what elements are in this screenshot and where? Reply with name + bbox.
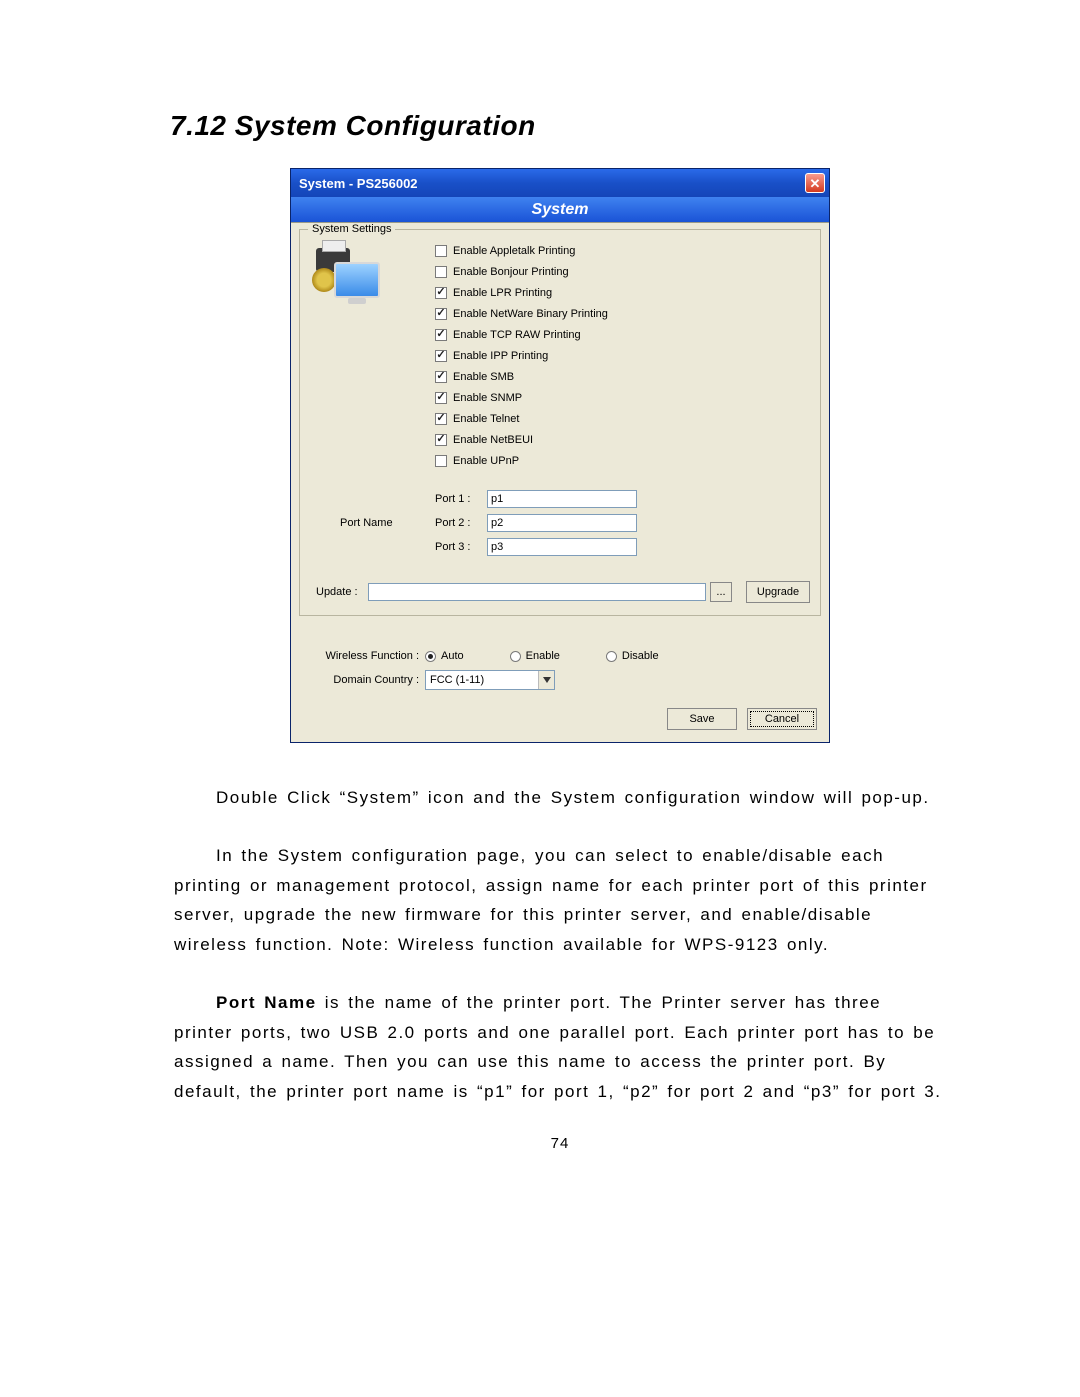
checkbox-lpr[interactable] — [435, 287, 447, 299]
port-name-term: Port Name — [216, 993, 317, 1012]
close-icon[interactable]: ✕ — [805, 173, 825, 193]
checkbox-telnet[interactable] — [435, 413, 447, 425]
domain-country-label: Domain Country : — [299, 674, 425, 686]
save-button[interactable]: Save — [667, 708, 737, 730]
radio-enable[interactable] — [510, 651, 521, 662]
update-label: Update : — [310, 586, 368, 598]
checkbox-snmp[interactable] — [435, 392, 447, 404]
chevron-down-icon — [538, 671, 554, 689]
port2-input[interactable]: p2 — [487, 514, 637, 532]
checkbox-label: Enable UPnP — [453, 455, 519, 467]
window-title: System - PS256002 — [299, 176, 418, 191]
radio-label: Auto — [441, 650, 464, 662]
radio-label: Enable — [526, 650, 560, 662]
radio-label: Disable — [622, 650, 659, 662]
checkbox-label: Enable NetWare Binary Printing — [453, 308, 608, 320]
port-name-label: Port Name — [310, 517, 435, 529]
checkbox-netware[interactable] — [435, 308, 447, 320]
port3-label: Port 3 : — [435, 541, 487, 553]
protocol-checkbox-list: Enable Appletalk Printing Enable Bonjour… — [435, 240, 810, 471]
domain-country-dropdown[interactable]: FCC (1-11) — [425, 670, 555, 690]
paragraph: Port Name is the name of the printer por… — [174, 988, 946, 1107]
fieldset-legend: System Settings — [308, 223, 395, 235]
wireless-function-label: Wireless Function : — [299, 650, 425, 662]
checkbox-netbeui[interactable] — [435, 434, 447, 446]
radio-disable[interactable] — [606, 651, 617, 662]
checkbox-upnp[interactable] — [435, 455, 447, 467]
checkbox-label: Enable SNMP — [453, 392, 522, 404]
checkbox-label: Enable IPP Printing — [453, 350, 548, 362]
paragraph: Double Click “System” icon and the Syste… — [174, 783, 946, 813]
checkbox-label: Enable NetBEUI — [453, 434, 533, 446]
checkbox-bonjour[interactable] — [435, 266, 447, 278]
panel-banner: System — [291, 197, 829, 223]
checkbox-label: Enable Telnet — [453, 413, 519, 425]
checkbox-label: Enable SMB — [453, 371, 514, 383]
device-icon — [314, 244, 384, 304]
paragraph: In the System configuration page, you ca… — [174, 841, 946, 960]
checkbox-label: Enable TCP RAW Printing — [453, 329, 581, 341]
checkbox-label: Enable Appletalk Printing — [453, 245, 575, 257]
titlebar: System - PS256002 ✕ — [291, 169, 829, 197]
checkbox-tcpraw[interactable] — [435, 329, 447, 341]
port2-label: Port 2 : — [435, 517, 487, 529]
cancel-button[interactable]: Cancel — [747, 708, 817, 730]
port1-input[interactable]: p1 — [487, 490, 637, 508]
update-path-input[interactable] — [368, 583, 706, 601]
system-config-window: System - PS256002 ✕ System System Settin… — [290, 168, 830, 743]
browse-button[interactable]: ... — [710, 582, 732, 602]
section-heading: 7.12 System Configuration — [170, 110, 950, 142]
document-body: Double Click “System” icon and the Syste… — [170, 783, 950, 1107]
checkbox-appletalk[interactable] — [435, 245, 447, 257]
dropdown-value: FCC (1-11) — [430, 674, 484, 686]
checkbox-smb[interactable] — [435, 371, 447, 383]
upgrade-button[interactable]: Upgrade — [746, 581, 810, 603]
port1-label: Port 1 : — [435, 493, 487, 505]
radio-auto[interactable] — [425, 651, 436, 662]
checkbox-label: Enable LPR Printing — [453, 287, 552, 299]
port3-input[interactable]: p3 — [487, 538, 637, 556]
system-settings-fieldset: System Settings Enable Appletalk Printin… — [299, 229, 821, 616]
checkbox-label: Enable Bonjour Printing — [453, 266, 569, 278]
page-number: 74 — [170, 1135, 950, 1152]
checkbox-ipp[interactable] — [435, 350, 447, 362]
